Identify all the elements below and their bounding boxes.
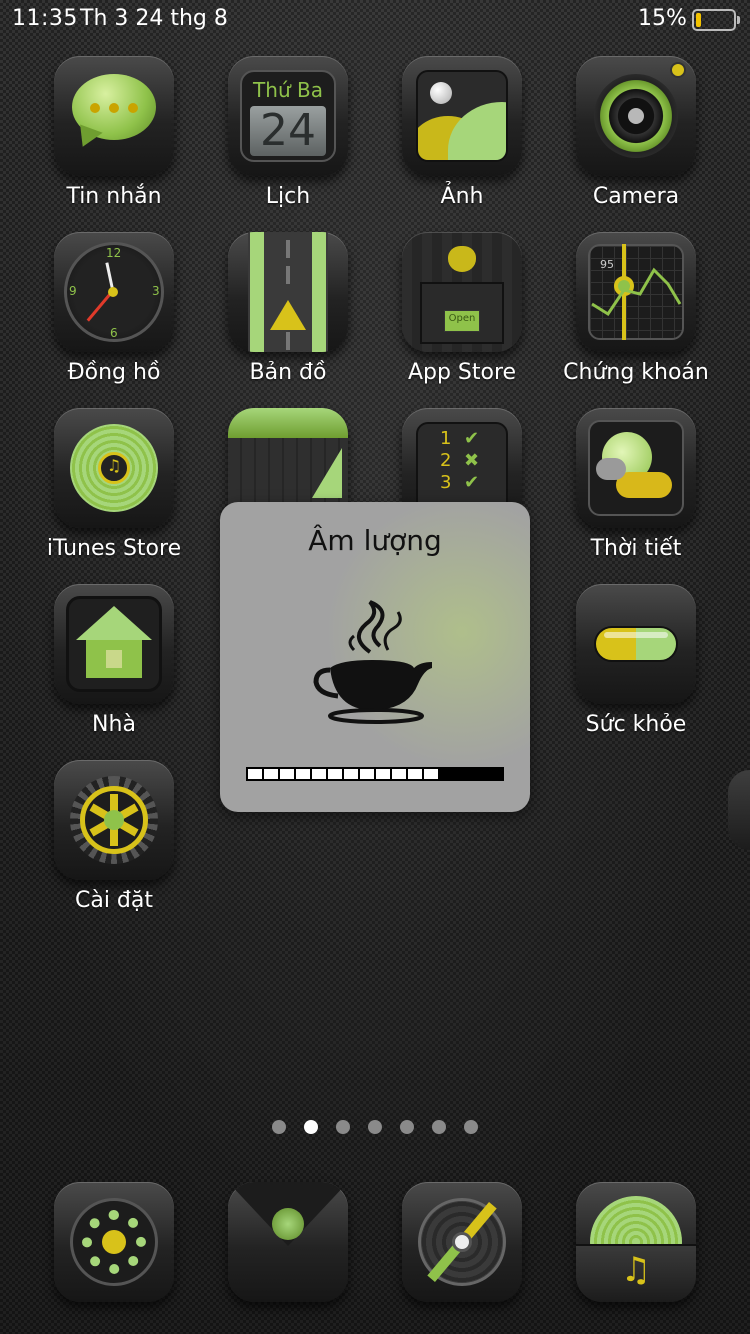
app-calendar[interactable]: Thứ Ba 24 Lịch	[208, 56, 368, 226]
weather-icon	[576, 408, 696, 528]
volume-segment	[264, 769, 278, 779]
reminder-number-3: 3	[440, 472, 452, 493]
app-app-store[interactable]: Open App Store	[382, 232, 542, 402]
page-dot[interactable]	[464, 1120, 478, 1134]
app-messages[interactable]: Tin nhắn	[34, 56, 194, 226]
dock-app-safari[interactable]	[382, 1182, 542, 1334]
reminder-number-1: 1	[440, 428, 452, 449]
clock-number-12: 12	[106, 246, 122, 260]
volume-segment	[312, 769, 326, 779]
calendar-day-name: Thứ Ba	[253, 78, 323, 102]
clock-number-9: 9	[69, 284, 77, 298]
clock-number-3: 3	[152, 284, 160, 298]
app-clock[interactable]: 12 3 6 9 Đồng hồ	[34, 232, 194, 402]
volume-segment	[440, 769, 454, 779]
app-label: iTunes Store	[46, 536, 182, 561]
volume-segment	[248, 769, 262, 779]
battery-percent: 15%	[638, 6, 687, 31]
volume-segment	[456, 769, 470, 779]
app-label: Thời tiết	[590, 536, 682, 561]
music-icon: ♫	[576, 1182, 696, 1302]
settings-icon	[54, 760, 174, 880]
home-icon	[54, 584, 174, 704]
status-bar: 11:35 Th 3 24 thg 8 15%	[0, 0, 750, 40]
mail-icon	[228, 1182, 348, 1302]
volume-segment	[296, 769, 310, 779]
page-dot[interactable]	[336, 1120, 350, 1134]
page-indicator[interactable]	[0, 1118, 750, 1138]
page-dot[interactable]	[272, 1120, 286, 1134]
volume-segment	[344, 769, 358, 779]
status-date: Th 3 24 thg 8	[80, 6, 228, 31]
safari-icon	[402, 1182, 522, 1302]
itunes-store-icon: ♫	[54, 408, 174, 528]
open-sign-text: Open	[448, 313, 476, 324]
volume-segment	[376, 769, 390, 779]
app-label: Bản đồ	[249, 360, 327, 385]
app-home[interactable]: Nhà	[34, 584, 194, 754]
partial-widget-edge	[728, 770, 750, 850]
clock-number-6: 6	[110, 326, 118, 340]
app-weather[interactable]: Thời tiết	[556, 408, 716, 578]
photos-icon	[402, 56, 522, 176]
page-dot[interactable]	[432, 1120, 446, 1134]
volume-segment	[392, 769, 406, 779]
app-label: Lịch	[265, 184, 311, 209]
app-settings[interactable]: Cài đặt	[34, 760, 194, 930]
messages-icon	[54, 56, 174, 176]
app-camera[interactable]: Camera	[556, 56, 716, 226]
app-itunes-store[interactable]: ♫ iTunes Store	[34, 408, 194, 578]
app-label: Chứng khoán	[563, 360, 709, 385]
volume-segment	[328, 769, 342, 779]
calendar-icon: Thứ Ba 24	[228, 56, 348, 176]
app-maps[interactable]: Bản đồ	[208, 232, 368, 402]
app-photos[interactable]: Ảnh	[382, 56, 542, 226]
volume-segment	[408, 769, 422, 779]
phone-icon	[54, 1182, 174, 1302]
battery-level-fill	[696, 13, 701, 27]
app-stocks[interactable]: 95 Chứng khoán	[556, 232, 716, 402]
calendar-day-number: 24	[260, 105, 316, 156]
camera-icon	[576, 56, 696, 176]
volume-segment	[280, 769, 294, 779]
app-label: Cài đặt	[74, 888, 154, 913]
volume-segment	[488, 769, 502, 779]
clock-icon: 12 3 6 9	[54, 232, 174, 352]
app-label: Tin nhắn	[66, 184, 162, 209]
volume-level-bar	[246, 767, 504, 781]
volume-segment	[472, 769, 486, 779]
app-health[interactable]: Sức khỏe	[556, 584, 716, 754]
volume-segment	[424, 769, 438, 779]
status-time: 11:35	[12, 6, 78, 31]
volume-title: Âm lượng	[308, 524, 442, 557]
coffee-cup-icon	[313, 600, 432, 724]
app-label: Sức khỏe	[585, 712, 687, 737]
stocks-icon: 95	[576, 232, 696, 352]
maps-icon	[228, 232, 348, 352]
battery-icon	[692, 9, 740, 31]
volume-hud: Âm lượng	[220, 502, 530, 812]
page-dot[interactable]	[368, 1120, 382, 1134]
health-icon	[576, 584, 696, 704]
page-dot[interactable]	[304, 1120, 318, 1134]
app-label: Camera	[592, 184, 680, 209]
dock-app-mail[interactable]	[208, 1182, 368, 1334]
page-dot[interactable]	[400, 1120, 414, 1134]
dock-app-phone[interactable]	[34, 1182, 194, 1334]
reminder-number-2: 2	[440, 450, 452, 471]
app-label: Đồng hồ	[67, 360, 161, 385]
dock-app-music[interactable]: ♫	[556, 1182, 716, 1334]
app-label: Ảnh	[440, 184, 484, 209]
volume-segment	[360, 769, 374, 779]
stock-line	[591, 267, 682, 317]
app-label: Nhà	[92, 712, 136, 737]
app-label: App Store	[407, 360, 517, 385]
app-store-icon: Open	[402, 232, 522, 352]
